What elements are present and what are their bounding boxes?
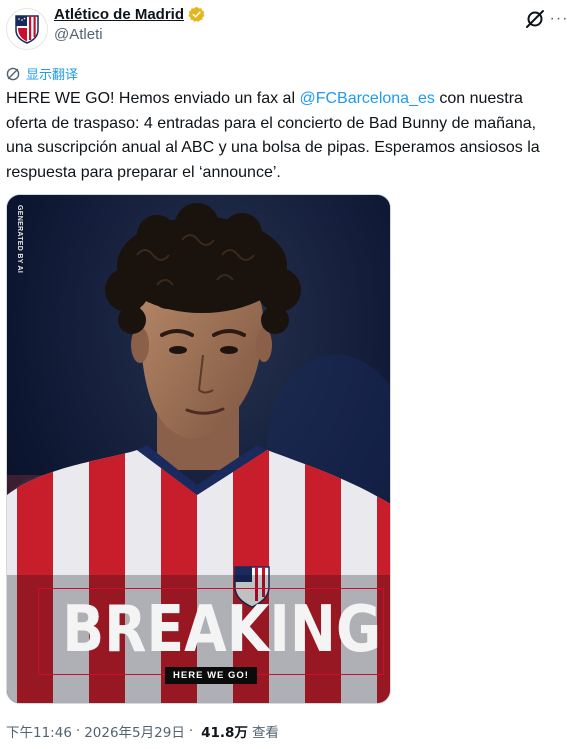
tweet-time[interactable]: 下午11:46 xyxy=(6,721,72,741)
handle[interactable]: @Atleti xyxy=(54,26,205,43)
more-button[interactable]: ··· xyxy=(549,8,567,30)
ai-generated-tag: GENERATED BY AI xyxy=(16,205,23,274)
verified-badge-icon[interactable] xyxy=(188,6,205,23)
atletico-crest-icon xyxy=(15,15,39,44)
meta-separator-2: · xyxy=(188,723,194,739)
tweet-text-part-1: HERE WE GO! Hemos enviado un fax al xyxy=(6,90,300,107)
display-name-row: Atlético de Madrid xyxy=(54,6,205,23)
more-icon: ··· xyxy=(549,10,567,27)
breaking-headline: BREAKING xyxy=(62,593,382,667)
display-name[interactable]: Atlético de Madrid xyxy=(54,6,184,23)
author-block: Atlético de Madrid @Atleti xyxy=(54,6,205,43)
translate-icon xyxy=(6,67,20,80)
views-count[interactable]: 41.8万 xyxy=(201,721,248,741)
views-label: 查看 xyxy=(251,725,279,741)
show-translation-button[interactable]: 显示翻译 xyxy=(6,64,78,83)
tweet-text: HERE WE GO! Hemos enviado un fax al @FCB… xyxy=(6,87,562,185)
avatar[interactable] xyxy=(6,8,48,50)
meta-separator: · xyxy=(75,723,81,739)
tweet-date[interactable]: 2026年5月29日 xyxy=(84,721,185,741)
grok-icon xyxy=(526,10,544,28)
mention-link[interactable]: @FCBarcelona_es xyxy=(299,90,434,107)
tweet-header: Atlético de Madrid @Atleti ··· xyxy=(0,0,567,58)
here-we-go-label: HERE WE GO! xyxy=(165,667,257,684)
here-we-go-banner: HERE WE GO! xyxy=(38,665,384,684)
tweet-meta: 下午11:46 · 2026年5月29日 · 41.8万 查看 xyxy=(6,721,279,741)
tweet-image[interactable]: GENERATED BY AI BREAKING HERE WE GO! xyxy=(6,194,391,704)
grok-button[interactable] xyxy=(524,8,546,30)
show-translation-label[interactable]: 显示翻译 xyxy=(26,64,78,83)
